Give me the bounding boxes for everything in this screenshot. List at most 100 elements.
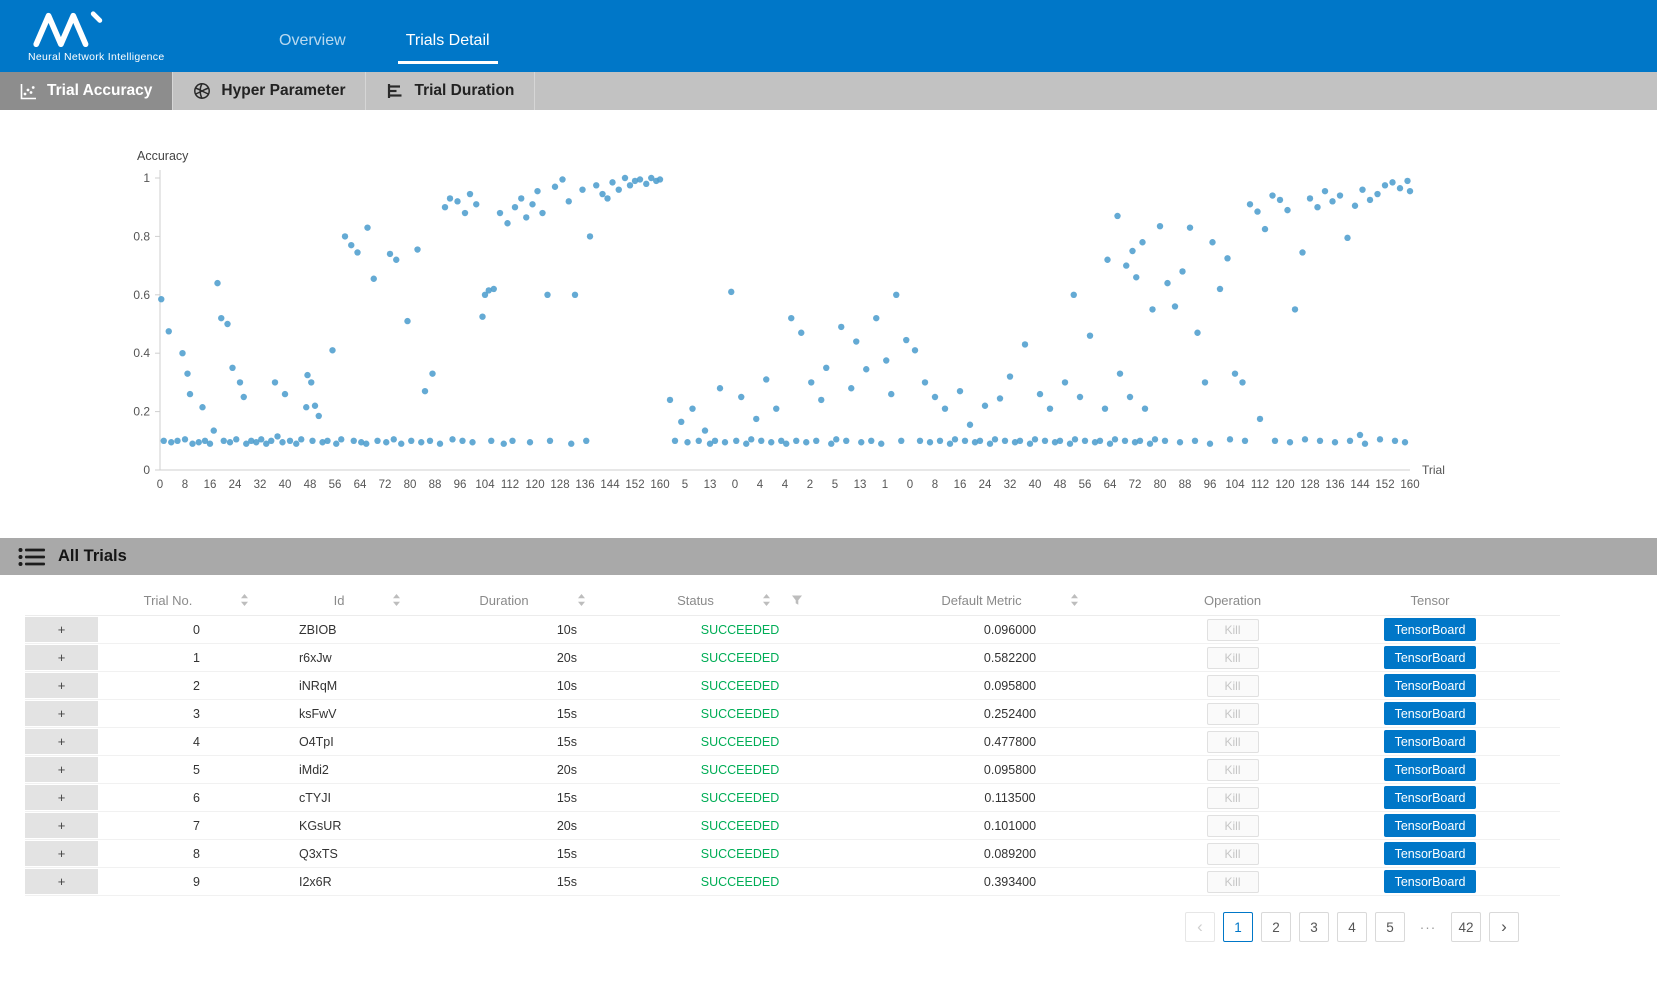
pagination-page-5[interactable]: 5 [1375, 912, 1405, 942]
scatter-point[interactable] [788, 315, 794, 321]
scatter-point[interactable] [161, 438, 167, 444]
scatter-point[interactable] [1164, 280, 1170, 286]
scatter-point[interactable] [898, 438, 904, 444]
scatter-point[interactable] [1344, 235, 1350, 241]
scatter-point[interactable] [808, 379, 814, 385]
scatter-point[interactable] [529, 201, 535, 207]
scatter-point[interactable] [722, 439, 728, 445]
kill-button[interactable]: Kill [1207, 731, 1259, 753]
scatter-point[interactable] [1179, 268, 1185, 274]
pagination-page-2[interactable]: 2 [1261, 912, 1291, 942]
scatter-point[interactable] [952, 436, 958, 442]
kill-button[interactable]: Kill [1207, 787, 1259, 809]
tensorboard-button[interactable]: TensorBoard [1384, 786, 1476, 809]
tensorboard-button[interactable]: TensorBoard [1384, 674, 1476, 697]
kill-button[interactable]: Kill [1207, 647, 1259, 669]
scatter-point[interactable] [587, 233, 593, 239]
expand-row-button[interactable]: + [25, 729, 98, 754]
scatter-point[interactable] [1139, 239, 1145, 245]
expand-row-button[interactable]: + [25, 701, 98, 726]
scatter-point[interactable] [696, 438, 702, 444]
scatter-point[interactable] [454, 198, 460, 204]
scatter-point[interactable] [308, 379, 314, 385]
scatter-point[interactable] [268, 438, 274, 444]
sort-icon[interactable] [1070, 593, 1079, 607]
scatter-point[interactable] [992, 436, 998, 442]
scatter-point[interactable] [258, 436, 264, 442]
expand-row-button[interactable]: + [25, 617, 98, 642]
tab-trial-accuracy[interactable]: Trial Accuracy [0, 72, 173, 110]
scatter-point[interactable] [942, 405, 948, 411]
tensorboard-button[interactable]: TensorBoard [1384, 730, 1476, 753]
scatter-point[interactable] [166, 328, 172, 334]
pagination-page-3[interactable]: 3 [1299, 912, 1329, 942]
scatter-point[interactable] [667, 397, 673, 403]
kill-button[interactable]: Kill [1207, 703, 1259, 725]
scatter-point[interactable] [1192, 438, 1198, 444]
tensorboard-button[interactable]: TensorBoard [1384, 758, 1476, 781]
scatter-point[interactable] [622, 175, 628, 181]
scatter-point[interactable] [773, 405, 779, 411]
scatter-point[interactable] [523, 214, 529, 220]
scatter-point[interactable] [329, 347, 335, 353]
pagination-page-4[interactable]: 4 [1337, 912, 1367, 942]
scatter-point[interactable] [1177, 439, 1183, 445]
scatter-point[interactable] [748, 436, 754, 442]
kill-button[interactable]: Kill [1207, 759, 1259, 781]
scatter-point[interactable] [547, 438, 553, 444]
scatter-point[interactable] [717, 385, 723, 391]
scatter-point[interactable] [1269, 192, 1275, 198]
scatter-point[interactable] [391, 436, 397, 442]
scatter-point[interactable] [1072, 436, 1078, 442]
kill-button[interactable]: Kill [1207, 843, 1259, 865]
scatter-point[interactable] [539, 210, 545, 216]
expand-row-button[interactable]: + [25, 673, 98, 698]
kill-button[interactable]: Kill [1207, 871, 1259, 893]
tensorboard-button[interactable]: TensorBoard [1384, 814, 1476, 837]
scatter-point[interactable] [287, 438, 293, 444]
scatter-point[interactable] [1002, 438, 1008, 444]
scatter-point[interactable] [873, 315, 879, 321]
scatter-point[interactable] [1202, 379, 1208, 385]
scatter-point[interactable] [233, 436, 239, 442]
scatter-point[interactable] [1337, 192, 1343, 198]
scatter-point[interactable] [179, 350, 185, 356]
scatter-point[interactable] [1123, 262, 1129, 268]
scatter-point[interactable] [383, 439, 389, 445]
scatter-point[interactable] [753, 416, 759, 422]
scatter-point[interactable] [509, 438, 515, 444]
pagination-page-1[interactable]: 1 [1223, 912, 1253, 942]
filter-icon[interactable] [791, 594, 803, 606]
nav-overview[interactable]: Overview [271, 32, 354, 66]
scatter-point[interactable] [712, 438, 718, 444]
scatter-point[interactable] [1307, 195, 1313, 201]
scatter-point[interactable] [627, 182, 633, 188]
scatter-point[interactable] [672, 438, 678, 444]
scatter-point[interactable] [1007, 373, 1013, 379]
scatter-point[interactable] [527, 439, 533, 445]
scatter-point[interactable] [1389, 179, 1395, 185]
scatter-point[interactable] [1097, 438, 1103, 444]
scatter-point[interactable] [1071, 292, 1077, 298]
scatter-point[interactable] [758, 438, 764, 444]
accuracy-scatter-chart[interactable]: Accuracy00.20.40.60.81081624324048566472… [0, 130, 1657, 525]
sort-icon[interactable] [577, 593, 586, 607]
scatter-point[interactable] [1227, 436, 1233, 442]
scatter-point[interactable] [237, 379, 243, 385]
scatter-point[interactable] [491, 286, 497, 292]
scatter-point[interactable] [1284, 207, 1290, 213]
scatter-point[interactable] [868, 438, 874, 444]
scatter-point[interactable] [1017, 438, 1023, 444]
scatter-point[interactable] [512, 204, 518, 210]
scatter-point[interactable] [967, 422, 973, 428]
scatter-point[interactable] [917, 438, 923, 444]
scatter-point[interactable] [316, 413, 322, 419]
expand-row-button[interactable]: + [25, 645, 98, 670]
scatter-point[interactable] [1277, 197, 1283, 203]
scatter-point[interactable] [932, 394, 938, 400]
scatter-point[interactable] [1352, 203, 1358, 209]
scatter-point[interactable] [599, 191, 605, 197]
tensorboard-button[interactable]: TensorBoard [1384, 842, 1476, 865]
scatter-point[interactable] [1027, 441, 1033, 447]
scatter-point[interactable] [568, 441, 574, 447]
